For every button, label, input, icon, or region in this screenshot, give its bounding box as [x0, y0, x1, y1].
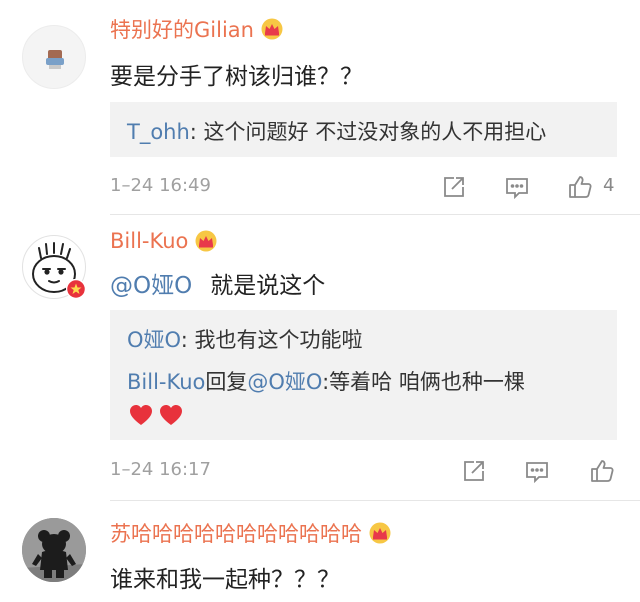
reply-separator: : — [180, 328, 188, 352]
comment-text: 谁来和我一起种？？？ — [110, 567, 340, 593]
comment-meta: 1–24 16:49 4 — [110, 173, 620, 203]
username[interactable]: 苏哈哈哈哈哈哈哈哈哈哈哈 — [110, 518, 392, 548]
verified-badge-icon — [65, 278, 87, 300]
share-icon[interactable] — [440, 173, 468, 201]
comment-text: 要是分手了树该归谁？？ — [110, 64, 363, 90]
timestamp: 1–24 16:49 — [110, 175, 211, 196]
reply-mention[interactable]: @O娅O — [247, 370, 322, 394]
comment-icon[interactable] — [523, 457, 551, 485]
comment-item: 特别好的Gilian 要是分手了树该归谁？？ T_ohh: 这个问题好 不过没对… — [0, 0, 640, 215]
mention-link[interactable]: @O娅O — [110, 273, 192, 299]
reply-line: Bill-Kuo回复@O娅O:等着哈 咱俩也种一棵 — [127, 366, 525, 396]
reply-user[interactable]: Bill-Kuo — [127, 370, 205, 394]
avatar[interactable] — [22, 25, 86, 89]
comment-text: @O娅O 就是说这个 — [110, 266, 325, 300]
reply-line: T_ohh: 这个问题好 不过没对象的人不用担心 — [127, 116, 546, 146]
username-text[interactable]: 苏哈哈哈哈哈哈哈哈哈哈哈 — [110, 518, 362, 548]
reply-connector: 回复 — [205, 370, 248, 394]
username-text[interactable]: Bill-Kuo — [110, 229, 188, 253]
comment-body: 就是说这个 — [210, 273, 326, 299]
reply-user[interactable]: O娅O — [127, 328, 181, 352]
username-text[interactable]: 特别好的Gilian — [110, 14, 254, 44]
like-icon[interactable] — [588, 457, 616, 485]
username[interactable]: Bill-Kuo — [110, 229, 218, 253]
emoji-row — [129, 404, 183, 430]
like-count: 4 — [603, 175, 615, 196]
avatar[interactable] — [22, 518, 86, 582]
reply-text: :等着哈 咱俩也种一棵 — [322, 370, 525, 394]
reply-box[interactable]: T_ohh: 这个问题好 不过没对象的人不用担心 — [110, 102, 617, 157]
avatar[interactable] — [22, 235, 87, 300]
heart-icon — [159, 404, 183, 430]
heart-icon — [129, 404, 153, 430]
timestamp: 1–24 16:17 — [110, 459, 211, 480]
reply-text: 我也有这个功能啦 — [187, 328, 363, 352]
reply-box[interactable]: O娅O: 我也有这个功能啦 Bill-Kuo回复@O娅O:等着哈 咱俩也种一棵 — [110, 310, 617, 440]
comment-meta: 1–24 16:17 — [110, 457, 620, 487]
reply-user[interactable]: T_ohh — [127, 120, 190, 144]
comment-item: Bill-Kuo @O娅O 就是说这个 O娅O: 我也有这个功能啦 Bill-Ku… — [0, 215, 640, 501]
reply-line: O娅O: 我也有这个功能啦 — [127, 324, 362, 354]
like-icon[interactable] — [566, 173, 594, 201]
share-icon[interactable] — [460, 457, 488, 485]
reply-separator: : — [189, 120, 197, 144]
comment-item: 苏哈哈哈哈哈哈哈哈哈哈哈 谁来和我一起种？？？ — [0, 500, 640, 602]
crown-icon — [194, 230, 218, 252]
reply-text: 这个问题好 不过没对象的人不用担心 — [196, 120, 547, 144]
crown-icon — [368, 522, 392, 544]
crown-icon — [260, 18, 284, 40]
username[interactable]: 特别好的Gilian — [110, 14, 284, 44]
comment-icon[interactable] — [503, 173, 531, 201]
